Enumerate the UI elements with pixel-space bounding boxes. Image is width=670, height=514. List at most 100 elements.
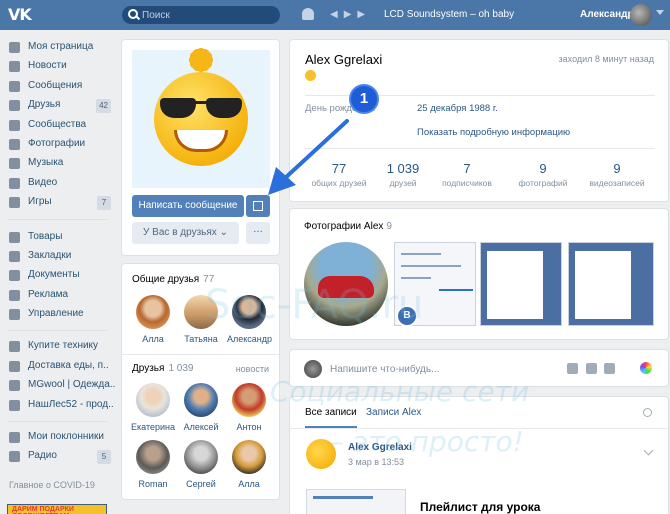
video-icon[interactable]: [586, 363, 597, 374]
common-friends-label: Общие друзья: [132, 274, 200, 285]
photos-title[interactable]: Фотографии Alex 9: [304, 221, 392, 232]
prev-icon[interactable]: ◀: [330, 9, 338, 20]
play-icon[interactable]: ▶: [344, 9, 352, 20]
news-icon: [9, 61, 20, 73]
count-badge: 5: [97, 450, 111, 465]
sidebar-item-ads[interactable]: Реклама: [0, 286, 115, 305]
stat-friends[interactable]: 1 039 друзей: [368, 161, 438, 188]
tab-all-posts[interactable]: Все записи: [305, 407, 357, 428]
friend-tile[interactable]: Алла: [131, 295, 175, 344]
profile-photo[interactable]: [132, 46, 270, 188]
sidebar-item-label: Фотографии: [28, 137, 86, 149]
more-actions-button[interactable]: ···: [246, 222, 270, 244]
friends-label: Друзья: [132, 363, 165, 374]
count-badge: 42: [96, 99, 111, 114]
friends-icon: [9, 100, 20, 112]
post-date[interactable]: 3 мар в 13:53: [348, 457, 404, 467]
bell-icon[interactable]: [302, 8, 314, 20]
sidebar-item-games[interactable]: Игры 7: [0, 193, 115, 212]
friends-title[interactable]: Друзья 1 039: [132, 363, 193, 374]
sidebar-item-group-2[interactable]: Доставка еды, п..: [0, 357, 115, 376]
covid-link[interactable]: Главное о COVID-19: [9, 480, 95, 490]
divider: [8, 218, 107, 220]
sidebar-item-news[interactable]: Новости: [0, 57, 115, 76]
post-title[interactable]: Плейлист для урока: [420, 500, 540, 514]
promo-banner[interactable]: ДАРИМ ПОДАРКИ СООБЩЕСТВАМ: [7, 504, 107, 514]
now-playing[interactable]: LCD Soundsystem – oh baby: [384, 9, 514, 20]
search-icon[interactable]: [643, 408, 652, 417]
sidebar-item-label: Сообщества: [28, 118, 87, 130]
groups-icon: [9, 119, 20, 131]
show-details-link[interactable]: Показать подробную информацию: [417, 127, 570, 138]
friend-tile[interactable]: Алексей: [179, 383, 223, 432]
chevron-down-icon: ⌄: [219, 227, 228, 238]
avatar[interactable]: [630, 4, 652, 26]
search-input[interactable]: [142, 8, 272, 22]
photo-thumbnail[interactable]: [480, 242, 562, 326]
music-icon: [9, 158, 20, 170]
friend-tile[interactable]: Алла: [227, 440, 271, 489]
in-friends-button[interactable]: У Вас в друзьях ⌄: [132, 222, 239, 244]
next-icon[interactable]: ▶: [357, 9, 365, 20]
sidebar-item-music[interactable]: Музыка: [0, 154, 115, 173]
friend-tile[interactable]: Сергей: [179, 440, 223, 489]
color-palette-icon[interactable]: [640, 362, 652, 374]
manage-icon: [9, 309, 20, 321]
sidebar-item-photos[interactable]: Фотографии: [0, 135, 115, 154]
sidebar-item-group-1[interactable]: Купите технику: [0, 337, 115, 356]
friend-tile[interactable]: Екатерина: [131, 383, 175, 432]
sidebar-item-goods[interactable]: Товары: [0, 228, 115, 247]
post-image[interactable]: [306, 489, 406, 514]
avatar: [136, 440, 170, 474]
divider: [8, 421, 107, 423]
friend-name: Сергей: [186, 479, 216, 489]
watermark-line-2: Социальные сети: [270, 375, 530, 408]
friend-tile[interactable]: Roman: [131, 440, 175, 489]
stat-followers[interactable]: 7 подписчиков: [432, 161, 502, 188]
friends-updates-link[interactable]: новости: [236, 364, 269, 374]
chevron-down-icon[interactable]: [643, 445, 654, 456]
avatar: [136, 383, 170, 417]
callout-number-badge: 1: [349, 84, 379, 114]
sidebar-item-fans[interactable]: Мои поклонники: [0, 428, 115, 447]
sidebar-item-friends[interactable]: Друзья 42: [0, 96, 115, 115]
friend-name: Екатерина: [131, 422, 175, 432]
sidebar-item-radio[interactable]: Радио 5: [0, 447, 115, 466]
common-friends-title[interactable]: Общие друзья 77: [132, 274, 214, 285]
sidebar-item-documents[interactable]: Документы: [0, 266, 115, 285]
search-box[interactable]: [122, 6, 280, 24]
sidebar-item-group-4[interactable]: НашЛес52 - прод..: [0, 396, 115, 415]
stat-videos[interactable]: 9 видеозаписей: [582, 161, 652, 188]
sidebar-item-messages[interactable]: Сообщения: [0, 77, 115, 96]
sidebar-item-label: Сообщения: [28, 79, 83, 91]
documents-icon: [9, 270, 20, 282]
sidebar-item-manage[interactable]: Управление: [0, 305, 115, 324]
promo-text: ДАРИМ ПОДАРКИ СООБЩЕСТВАМ: [12, 506, 74, 514]
bookmarks-icon: [9, 250, 20, 262]
vk-logo[interactable]: VK: [8, 5, 34, 25]
group-icon: [9, 360, 20, 372]
sidebar-item-groups[interactable]: Сообщества: [0, 116, 115, 135]
post-input[interactable]: [330, 362, 550, 376]
sidebar-item-label: Доставка еды, п..: [28, 359, 109, 371]
friend-name: Алла: [238, 479, 260, 489]
sidebar-item-group-3[interactable]: MGwool | Одежда..: [0, 376, 115, 395]
birthday-value[interactable]: 25 декабря 1988 г.: [417, 103, 498, 114]
friend-tile[interactable]: Антон: [227, 383, 271, 432]
chevron-down-icon[interactable]: [656, 10, 664, 15]
music-icon[interactable]: [604, 363, 615, 374]
camera-icon[interactable]: [567, 363, 578, 374]
write-message-button[interactable]: Написать сообщение: [132, 195, 244, 217]
screenshot-panel: [487, 251, 543, 319]
user-name[interactable]: Александр: [580, 9, 634, 20]
friends-count: 1 039: [168, 363, 194, 374]
emoji-status-icon[interactable]: [305, 70, 316, 81]
sidebar-item-video[interactable]: Видео: [0, 174, 115, 193]
sidebar-item-bookmarks[interactable]: Закладки: [0, 247, 115, 266]
messages-icon: [9, 80, 20, 92]
sidebar-item-my-page[interactable]: Моя страница: [0, 38, 115, 57]
photo-thumbnail[interactable]: [568, 242, 654, 326]
stat-label: подписчиков: [442, 178, 492, 188]
stat-photos[interactable]: 9 фотографий: [508, 161, 578, 188]
tab-own-posts[interactable]: Записи Alex: [366, 407, 421, 418]
